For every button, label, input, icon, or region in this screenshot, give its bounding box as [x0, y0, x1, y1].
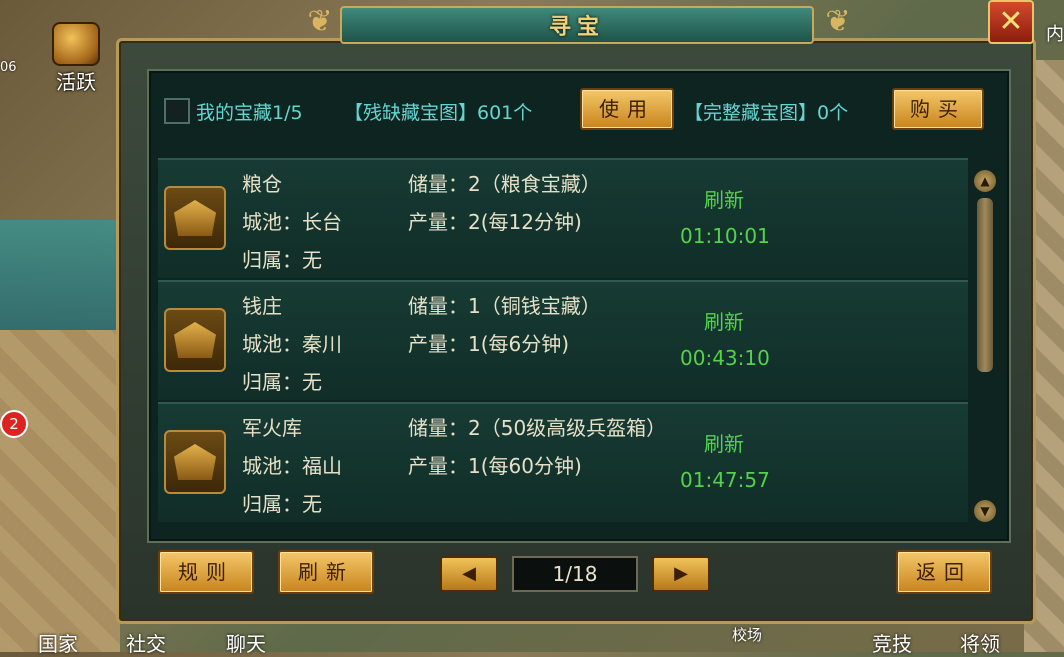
tab-drill-ground[interactable]: 校场	[732, 624, 762, 645]
dialog-title: 寻宝	[548, 15, 605, 40]
title-ornament-right-icon: ❦	[825, 4, 851, 39]
my-treasure-count: 我的宝藏1/5	[196, 102, 303, 124]
refresh-label: 刷新	[704, 432, 744, 456]
treasure-stock: 储量：2（粮食宝藏）	[408, 172, 601, 196]
treasure-name: 钱庄	[242, 294, 282, 318]
right-menu-label[interactable]: 内	[1046, 20, 1064, 46]
prev-page-button[interactable]: ◀	[440, 556, 498, 592]
next-page-button[interactable]: ▶	[652, 556, 710, 592]
use-button[interactable]: 使用	[580, 88, 674, 130]
dialog-title-bar: 寻宝	[340, 6, 814, 44]
map-water	[0, 220, 120, 330]
list-scrollbar[interactable]: ▲ ▼	[974, 170, 996, 522]
scroll-down-icon[interactable]: ▼	[974, 500, 996, 522]
treasure-row[interactable]: 军火库 城池：福山 归属：无 储量：2（50级高级兵盔箱） 产量：1(每60分钟…	[158, 402, 968, 522]
arrow-right-icon: ▶	[674, 563, 688, 584]
treasure-owner: 归属：无	[242, 492, 322, 516]
armory-building-icon	[164, 430, 226, 494]
treasure-name: 粮仓	[242, 172, 282, 196]
treasure-name: 军火库	[242, 416, 302, 440]
rules-button[interactable]: 规则	[158, 550, 254, 594]
player-level: 06	[0, 60, 17, 75]
map-tiles-left	[0, 330, 120, 652]
refresh-label: 刷新	[704, 310, 744, 334]
page-indicator: 1/18	[512, 556, 638, 592]
close-icon: ✕	[998, 4, 1024, 39]
treasure-output: 产量：1(每6分钟)	[408, 332, 570, 356]
refresh-button[interactable]: 刷新	[278, 550, 374, 594]
treasure-city: 城池：福山	[242, 454, 342, 478]
treasure-output: 产量：1(每60分钟)	[408, 454, 582, 478]
bank-building-icon	[164, 308, 226, 372]
treasure-list: 粮仓 城池：长台 归属：无 储量：2（粮食宝藏） 产量：2(每12分钟) 刷新 …	[158, 158, 968, 528]
treasure-output: 产量：2(每12分钟)	[408, 210, 582, 234]
active-button[interactable]: 活跃	[52, 22, 100, 95]
refresh-timer: 01:47:57	[680, 468, 770, 492]
refresh-timer: 00:43:10	[680, 346, 770, 370]
treasure-owner: 归属：无	[242, 248, 322, 272]
notification-badge: 2	[0, 410, 28, 438]
scroll-up-icon[interactable]: ▲	[974, 170, 996, 192]
treasure-row[interactable]: 粮仓 城池：长台 归属：无 储量：2（粮食宝藏） 产量：2(每12分钟) 刷新 …	[158, 158, 968, 278]
refresh-label: 刷新	[704, 188, 744, 212]
tab-arena[interactable]: 竞技	[872, 628, 912, 657]
full-map-count: 【完整藏宝图】0个	[684, 102, 849, 124]
tab-chat[interactable]: 聊天	[226, 628, 266, 657]
close-button[interactable]: ✕	[988, 0, 1034, 44]
my-treasure-checkbox[interactable]	[164, 98, 190, 124]
back-button[interactable]: 返回	[896, 550, 992, 594]
tab-social[interactable]: 社交	[126, 628, 166, 657]
tab-generals[interactable]: 将领	[960, 628, 1000, 657]
tab-nation[interactable]: 国家	[38, 628, 78, 657]
treasure-city: 城池：秦川	[242, 332, 342, 356]
treasure-info-row: 我的宝藏1/5 【残缺藏宝图】601个 使用 【完整藏宝图】0个 购买	[164, 88, 994, 132]
treasure-owner: 归属：无	[242, 370, 322, 394]
treasure-city: 城池：长台	[242, 210, 342, 234]
arrow-left-icon: ◀	[462, 563, 476, 584]
granary-building-icon	[164, 186, 226, 250]
treasure-row[interactable]: 钱庄 城池：秦川 归属：无 储量：1（铜钱宝藏） 产量：1(每6分钟) 刷新 0…	[158, 280, 968, 400]
broken-map-count: 【残缺藏宝图】601个	[344, 102, 533, 124]
buy-button[interactable]: 购买	[892, 88, 984, 130]
treasure-chest-icon	[52, 22, 100, 66]
active-label: 活跃	[56, 70, 96, 94]
treasure-stock: 储量：2（50级高级兵盔箱）	[408, 416, 667, 440]
scroll-thumb[interactable]	[977, 198, 993, 372]
refresh-timer: 01:10:01	[680, 224, 770, 248]
treasure-stock: 储量：1（铜钱宝藏）	[408, 294, 601, 318]
